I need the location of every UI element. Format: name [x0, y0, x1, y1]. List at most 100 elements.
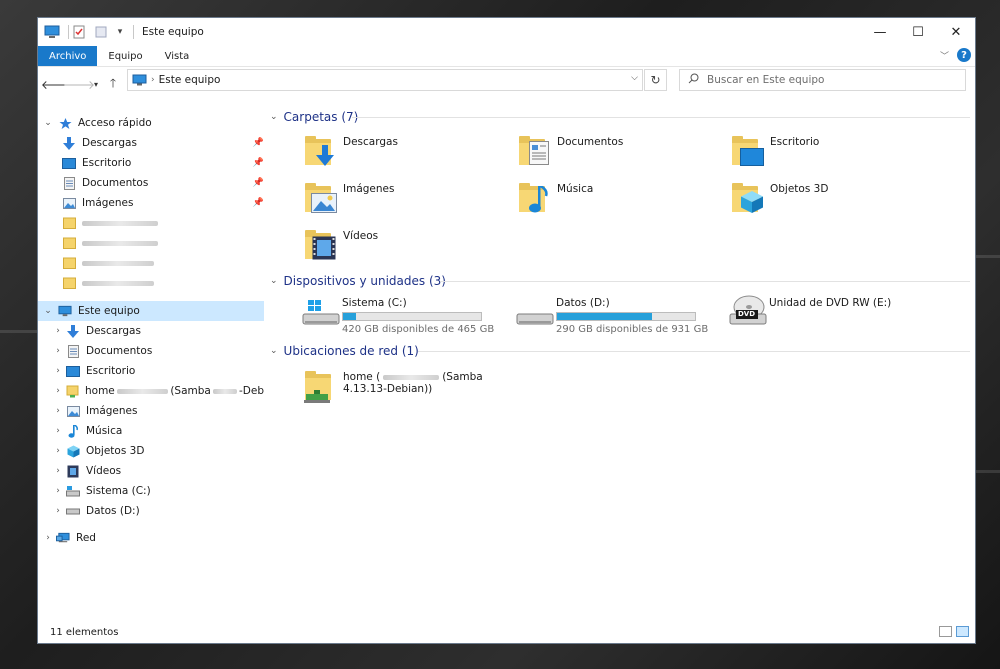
pin-icon[interactable]: 📌 [253, 158, 264, 168]
tab-equipo[interactable]: Equipo [97, 46, 153, 66]
tab-vista[interactable]: Vista [154, 46, 201, 66]
folder-tile-musica[interactable]: Música [517, 180, 593, 216]
address-bar[interactable]: › Este equipo ⌵ [127, 69, 643, 91]
desktop-icon [62, 156, 76, 170]
chevron-right-icon[interactable]: › [52, 486, 64, 496]
chevron-down-icon[interactable]: ⌄ [42, 306, 54, 316]
sidebar-item-sistema-c[interactable]: › Sistema (C:) [52, 481, 264, 501]
sidebar-item-redacted-folder[interactable] [62, 213, 264, 233]
network-icon [56, 531, 70, 545]
sidebar-item-label: Descargas [82, 137, 137, 149]
ribbon-tabs: Archivo Equipo Vista ﹀ ? [38, 46, 975, 66]
help-icon[interactable]: ? [957, 48, 971, 62]
breadcrumb-location[interactable]: Este equipo [159, 74, 221, 86]
network-location-tile-home[interactable]: home ( (Samba 4.13.13-Debian)) [303, 368, 483, 404]
folder-label: Música [557, 183, 594, 195]
sidebar-item-imagenes[interactable]: › Imágenes [52, 401, 264, 421]
sidebar-item-objetos-3d[interactable]: › Objetos 3D [52, 441, 264, 461]
drive-tile-datos-d[interactable]: Datos (D:) 290 GB disponibles de 931 GB [516, 294, 708, 335]
breadcrumb-chevron-icon[interactable]: › [151, 75, 155, 85]
document-icon [66, 344, 80, 358]
sidebar-item-escritorio[interactable]: Escritorio 📌 [62, 153, 264, 173]
chevron-down-icon[interactable]: ⌄ [270, 276, 278, 286]
chevron-right-icon[interactable]: › [52, 406, 64, 416]
sidebar-item-redacted-folder[interactable] [62, 233, 264, 253]
pin-icon[interactable]: 📌 [253, 178, 264, 188]
properties-icon[interactable] [71, 24, 87, 40]
downloads-folder-icon [303, 133, 339, 169]
sidebar-item-musica[interactable]: › Música [52, 421, 264, 441]
sidebar-item-label: Red [76, 532, 96, 544]
sidebar-item-documentos[interactable]: Documentos 📌 [62, 173, 264, 193]
new-folder-icon[interactable] [93, 24, 109, 40]
sidebar-item-este-equipo[interactable]: ⌄ Este equipo [38, 301, 264, 321]
chevron-right-icon[interactable]: › [52, 386, 64, 396]
chevron-right-icon[interactable]: › [52, 506, 64, 516]
sidebar-item-quick-access[interactable]: ⌄ Acceso rápido [42, 113, 264, 133]
close-button[interactable]: ✕ [937, 18, 975, 46]
chevron-right-icon[interactable]: › [52, 466, 64, 476]
expand-ribbon-icon[interactable]: ﹀ [940, 49, 949, 62]
sidebar-item-datos-d[interactable]: › Datos (D:) [52, 501, 264, 521]
sidebar-item-red[interactable]: › Red [42, 528, 264, 548]
customize-toolbar-chevron-icon[interactable]: ▾ [115, 24, 125, 40]
sidebar-item-imagenes[interactable]: Imágenes 📌 [62, 193, 264, 213]
tab-archivo[interactable]: Archivo [38, 46, 98, 66]
group-header-folders[interactable]: ⌄ Carpetas (7) [270, 108, 970, 126]
this-pc-icon[interactable] [44, 24, 60, 40]
sidebar-item-escritorio[interactable]: › Escritorio [52, 361, 264, 381]
window-controls: — ☐ ✕ [861, 18, 975, 46]
drive-tile-sistema-c[interactable]: Sistema (C:) 420 GB disponibles de 465 G… [302, 294, 494, 335]
chevron-right-icon[interactable]: › [52, 446, 64, 456]
this-pc-icon [58, 304, 72, 318]
pin-icon[interactable]: 📌 [253, 198, 264, 208]
sidebar-item-redacted-folder[interactable] [62, 253, 264, 273]
pictures-icon [66, 404, 80, 418]
chevron-right-icon[interactable]: › [52, 426, 64, 436]
chevron-right-icon[interactable]: › [42, 533, 54, 543]
drive-label: Unidad de DVD RW (E:) [769, 297, 892, 309]
sidebar-item-videos[interactable]: › Vídeos [52, 461, 264, 481]
large-icons-view-icon[interactable] [956, 626, 969, 637]
drive-free-space: 420 GB disponibles de 465 GB [342, 324, 495, 335]
folder-tile-descargas[interactable]: Descargas [303, 133, 398, 169]
sidebar-item-descargas[interactable]: › Descargas [52, 321, 264, 341]
forward-arrow-icon[interactable]: 🡒 [63, 74, 95, 96]
video-icon [66, 464, 80, 478]
address-dropdown-chevron-icon[interactable]: ⌵ [631, 73, 638, 83]
folder-label: Documentos [557, 136, 624, 148]
refresh-button[interactable]: ↻ [644, 69, 667, 91]
folder-icon [62, 236, 76, 250]
maximize-button[interactable]: ☐ [899, 18, 937, 46]
recent-locations-chevron-icon[interactable]: ▾ [90, 74, 102, 96]
up-arrow-icon[interactable]: 🡑 [102, 74, 124, 96]
chevron-down-icon[interactable]: ⌄ [42, 118, 54, 128]
redacted-text [116, 388, 169, 394]
sidebar-item-redacted-folder[interactable] [62, 273, 264, 293]
sidebar-item-label: (Samba [170, 385, 211, 397]
details-view-icon[interactable] [939, 626, 952, 637]
folder-tile-documentos[interactable]: Documentos [517, 133, 623, 169]
group-header-network[interactable]: ⌄ Ubicaciones de red (1) [270, 342, 970, 360]
drive-usage-fill [557, 313, 653, 320]
sidebar-item-descargas[interactable]: Descargas 📌 [62, 133, 264, 153]
folder-tile-objetos-3d[interactable]: Objetos 3D [730, 180, 828, 216]
pin-icon[interactable]: 📌 [253, 138, 264, 148]
sidebar-item-home-network[interactable]: › home (Samba -Deb [52, 381, 264, 401]
redacted-text [383, 374, 440, 380]
minimize-button[interactable]: — [861, 18, 899, 46]
folder-label: Vídeos [343, 230, 379, 242]
folder-tile-videos[interactable]: Vídeos [303, 227, 378, 263]
search-input[interactable]: Buscar en Este equipo [679, 69, 966, 91]
folder-tile-imagenes[interactable]: Imágenes [303, 180, 394, 216]
chevron-right-icon[interactable]: › [52, 326, 64, 336]
sidebar-item-documentos[interactable]: › Documentos [52, 341, 264, 361]
chevron-right-icon[interactable]: › [52, 366, 64, 376]
group-header-devices[interactable]: ⌄ Dispositivos y unidades (3) [270, 272, 970, 290]
chevron-down-icon[interactable]: ⌄ [270, 112, 278, 122]
folder-tile-escritorio[interactable]: Escritorio [730, 133, 819, 169]
chevron-right-icon[interactable]: › [52, 346, 64, 356]
chevron-down-icon[interactable]: ⌄ [270, 346, 278, 356]
title-bar: ▾ Este equipo — ☐ ✕ [38, 18, 975, 46]
drive-tile-dvd-e[interactable]: DVD Unidad de DVD RW (E:) [729, 294, 891, 330]
